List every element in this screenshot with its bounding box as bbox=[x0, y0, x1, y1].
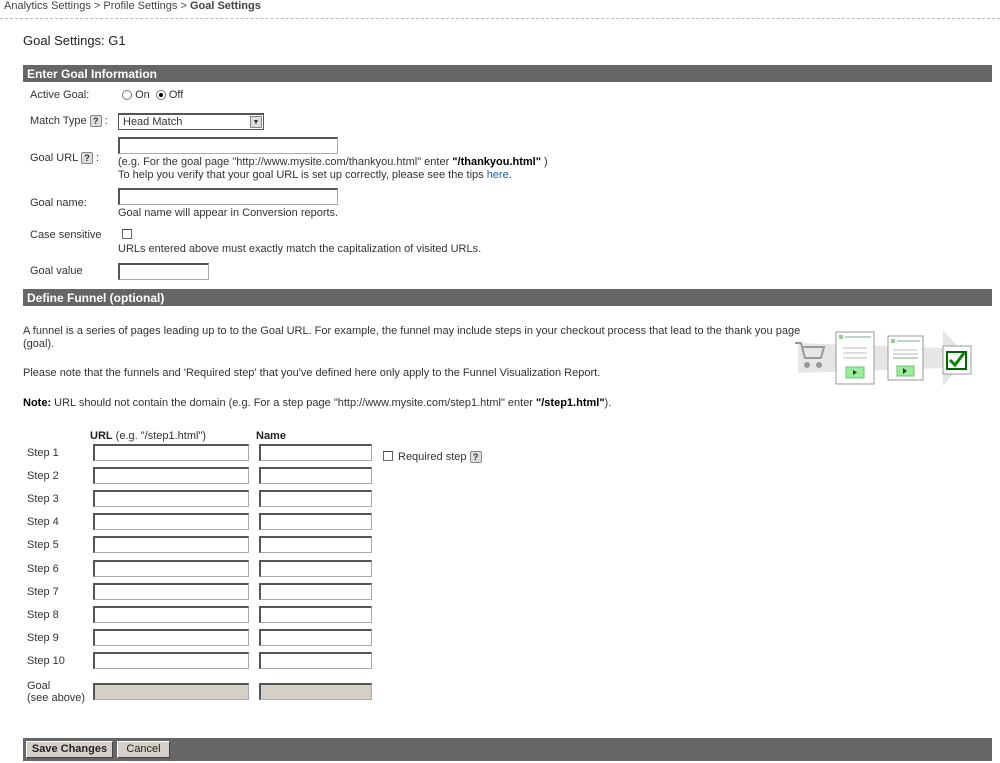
active-goal-off-radio[interactable] bbox=[155, 90, 166, 101]
step-3-url-input[interactable] bbox=[93, 490, 249, 508]
step-4-url-input[interactable] bbox=[93, 513, 249, 531]
page-title: Goal Settings: G1 bbox=[23, 33, 126, 48]
goal-name-disabled-input bbox=[259, 683, 372, 700]
goal-step-label: Goal bbox=[27, 680, 51, 692]
column-header-name: Name bbox=[256, 430, 286, 442]
url-header: URL bbox=[90, 430, 113, 442]
step-2-name-input[interactable] bbox=[259, 467, 372, 485]
colon: : bbox=[96, 152, 100, 164]
step-7-name-input[interactable] bbox=[259, 582, 372, 600]
step-label: Step 2 bbox=[27, 470, 59, 483]
step-label: Step 7 bbox=[27, 585, 59, 598]
step-1-name-input[interactable] bbox=[259, 444, 372, 461]
hint-example: "/thankyou.html" bbox=[452, 156, 541, 168]
goal-url-label: Goal URL ? : bbox=[30, 152, 100, 165]
funnel-illustration bbox=[795, 330, 972, 386]
match-type-text: Match Type bbox=[30, 115, 87, 127]
match-type-label: Match Type ? : bbox=[30, 115, 108, 128]
hint-text: ) bbox=[540, 156, 548, 168]
url-header-hint: (e.g. "/step1.html") bbox=[112, 430, 207, 442]
step-9-url-input[interactable] bbox=[93, 628, 249, 646]
note-text: ). bbox=[604, 397, 612, 409]
step-2-url-input[interactable] bbox=[93, 467, 249, 485]
case-sensitive-checkbox[interactable] bbox=[122, 229, 132, 239]
step-9-name-input[interactable] bbox=[259, 628, 372, 646]
funnel-description-cont: (goal). bbox=[23, 338, 55, 350]
breadcrumb-analytics-settings[interactable]: Analytics Settings bbox=[4, 0, 91, 12]
step-8-name-input[interactable] bbox=[259, 605, 372, 623]
step-label: Step 8 bbox=[27, 608, 59, 621]
match-type-value: Head Match bbox=[123, 116, 183, 128]
required-step-text: Required step bbox=[398, 451, 467, 463]
breadcrumb-separator: > bbox=[93, 0, 101, 12]
step-5-url-input[interactable] bbox=[93, 536, 249, 554]
off-label: Off bbox=[168, 89, 184, 101]
breadcrumb-current: Goal Settings bbox=[189, 0, 261, 12]
funnel-description: A funnel is a series of pages leading up… bbox=[23, 325, 801, 337]
step-6-name-input[interactable] bbox=[259, 559, 372, 577]
cancel-button[interactable]: Cancel bbox=[117, 741, 170, 758]
divider bbox=[0, 18, 1000, 19]
active-goal-label: Active Goal: bbox=[30, 89, 90, 101]
goal-value-input[interactable] bbox=[118, 263, 209, 280]
step-6-url-input[interactable] bbox=[93, 559, 249, 577]
note-example: "/step1.html" bbox=[536, 397, 605, 409]
help-icon[interactable]: ? bbox=[469, 451, 482, 464]
goal-url-tip: To help you verify that your goal URL is… bbox=[118, 169, 512, 181]
goal-name-label: Goal name: bbox=[30, 197, 87, 209]
funnel-note-report: Please note that the funnels and 'Requir… bbox=[23, 367, 601, 379]
funnel-note-domain: Note: URL should not contain the domain … bbox=[23, 397, 611, 409]
step-7-url-input[interactable] bbox=[93, 582, 249, 600]
help-icon[interactable]: ? bbox=[80, 152, 93, 165]
required-step-checkbox[interactable] bbox=[383, 451, 393, 461]
goal-url-hint: (e.g. For the goal page "http://www.mysi… bbox=[118, 156, 548, 168]
colon: : bbox=[104, 115, 108, 127]
case-sensitive-label: Case sensitive bbox=[30, 229, 102, 241]
section-header-goal-info: Enter Goal Information bbox=[23, 65, 992, 82]
goal-value-label: Goal value bbox=[30, 265, 83, 277]
step-5-name-input[interactable] bbox=[259, 536, 372, 554]
step-label: Step 1 bbox=[27, 447, 59, 459]
case-sensitive-hint: URLs entered above must exactly match th… bbox=[118, 243, 482, 255]
tip-text: To help you verify that your goal URL is… bbox=[118, 169, 487, 181]
breadcrumb-separator: > bbox=[180, 0, 187, 12]
active-goal-on-radio[interactable] bbox=[122, 90, 132, 101]
on-label: On bbox=[135, 89, 150, 101]
goal-url-input[interactable] bbox=[118, 137, 338, 154]
step-label: Step 6 bbox=[27, 562, 59, 575]
note-label: Note: bbox=[23, 397, 52, 409]
active-goal-radios: On Off bbox=[122, 89, 183, 101]
goal-url-text: Goal URL bbox=[30, 152, 78, 164]
step-label: Step 10 bbox=[27, 654, 65, 667]
step-1-url-input[interactable] bbox=[93, 444, 249, 461]
step-label: Step 4 bbox=[27, 516, 59, 529]
column-header-url: URL (e.g. "/step1.html") bbox=[90, 430, 206, 442]
hint-text: (e.g. For the goal page "http://www.mysi… bbox=[118, 156, 453, 168]
step-4-name-input[interactable] bbox=[259, 513, 372, 531]
save-changes-button[interactable]: Save Changes bbox=[26, 741, 113, 758]
step-10-name-input[interactable] bbox=[259, 651, 372, 669]
goal-url-disabled-input bbox=[93, 683, 249, 700]
chevron-down-icon[interactable]: ▼ bbox=[250, 116, 262, 128]
section-header-funnel: Define Funnel (optional) bbox=[23, 289, 992, 306]
goal-name-hint: Goal name will appear in Conversion repo… bbox=[118, 207, 339, 219]
goal-step-sublabel: (see above) bbox=[27, 692, 86, 704]
required-step-label: Required step ? bbox=[398, 451, 482, 464]
note-text: URL should not contain the domain (e.g. … bbox=[51, 397, 537, 409]
tip-text: . bbox=[508, 169, 512, 181]
step-label: Step 5 bbox=[27, 539, 59, 552]
tips-here-link[interactable]: here bbox=[487, 169, 509, 181]
match-type-select[interactable]: Head Match ▼ bbox=[118, 113, 264, 130]
step-3-name-input[interactable] bbox=[259, 490, 372, 508]
step-8-url-input[interactable] bbox=[93, 605, 249, 623]
goal-name-input[interactable] bbox=[118, 188, 338, 205]
step-label: Step 3 bbox=[27, 493, 59, 506]
step-label: Step 9 bbox=[27, 631, 59, 644]
breadcrumb: Analytics Settings > Profile Settings > … bbox=[4, 0, 261, 12]
breadcrumb-profile-settings[interactable]: Profile Settings bbox=[103, 0, 177, 12]
step-10-url-input[interactable] bbox=[93, 651, 249, 669]
help-icon[interactable]: ? bbox=[89, 115, 102, 128]
